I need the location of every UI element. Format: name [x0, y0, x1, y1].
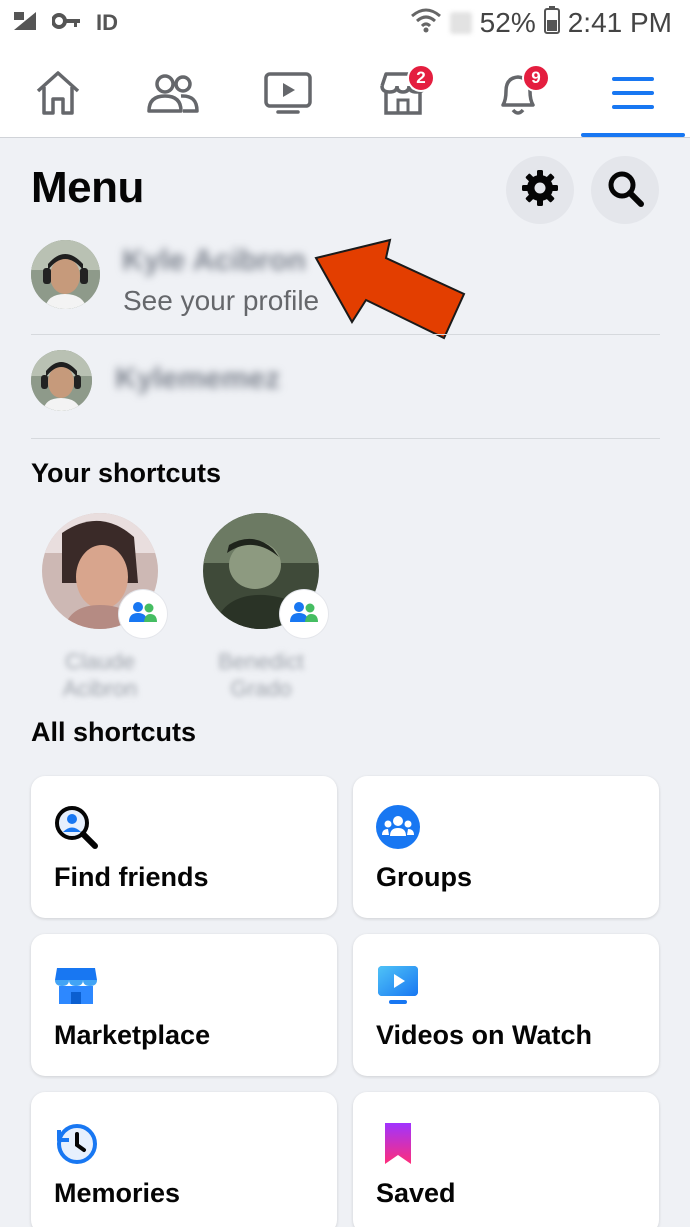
annotation-arrow: [314, 238, 466, 340]
shortcut-name: Benedict Grado: [218, 649, 304, 701]
page-title: Menu: [31, 163, 144, 212]
secondary-profile-avatar: [31, 350, 92, 411]
home-icon: [33, 69, 83, 117]
nav-menu[interactable]: [575, 48, 690, 138]
gear-icon: [521, 169, 559, 212]
friends-icon: [146, 71, 200, 115]
hamburger-icon: [611, 75, 655, 111]
profile-avatar: [31, 240, 100, 309]
notifications-badge: 9: [522, 64, 550, 92]
card-label: Groups: [376, 862, 473, 892]
card-label: Saved: [376, 1178, 456, 1208]
sim-icon: [12, 10, 38, 37]
memories-icon: [53, 1120, 99, 1166]
find-friends-card[interactable]: Find friends: [31, 776, 337, 918]
memories-card[interactable]: Memories: [31, 1092, 337, 1227]
divider: [31, 438, 660, 439]
active-tab-indicator: [581, 133, 685, 137]
see-profile-link: See your profile: [123, 285, 320, 316]
secondary-profile-name: Kylememez: [115, 362, 281, 395]
saved-icon: [375, 1120, 421, 1166]
top-nav-bar: 2 9: [0, 48, 690, 138]
divider: [31, 334, 660, 335]
wifi-icon: [410, 7, 442, 40]
clock: 2:41 PM: [567, 7, 672, 38]
card-label: Find friends: [54, 862, 209, 892]
group-badge: [280, 590, 328, 638]
group-icon: [289, 601, 319, 628]
profile-name: Kyle Acibron: [122, 244, 306, 277]
all-shortcuts-title: All shortcuts: [31, 717, 197, 747]
group-badge: [119, 590, 167, 638]
key-icon: [51, 12, 82, 35]
card-label: Videos on Watch: [376, 1020, 593, 1050]
nav-watch[interactable]: [230, 48, 345, 138]
your-shortcuts-title: Your shortcuts: [31, 458, 222, 488]
card-label: Memories: [54, 1178, 181, 1208]
search-icon: [606, 169, 644, 212]
find-friends-icon: [53, 804, 99, 850]
settings-button[interactable]: [506, 156, 574, 224]
status-bar: ID 52% 2:41 PM: [0, 0, 690, 48]
shortcut-name: Claude Acibron: [62, 649, 138, 701]
card-label: Marketplace: [54, 1020, 211, 1050]
marketplace-badge: 2: [407, 64, 435, 92]
marketplace-card[interactable]: Marketplace: [31, 934, 337, 1076]
signal-icon: [449, 12, 472, 34]
groups-card[interactable]: Groups: [353, 776, 659, 918]
nav-friends[interactable]: [115, 48, 230, 138]
videos-on-watch-card[interactable]: Videos on Watch: [353, 934, 659, 1076]
watch-icon: [263, 71, 313, 115]
nav-marketplace[interactable]: 2: [345, 48, 460, 138]
search-button[interactable]: [591, 156, 659, 224]
id-icon: ID: [96, 10, 118, 35]
nav-home[interactable]: [0, 48, 115, 138]
saved-card[interactable]: Saved: [353, 1092, 659, 1227]
group-icon: [128, 601, 158, 628]
watch-video-icon: [375, 962, 421, 1008]
groups-icon: [375, 804, 421, 850]
battery-percent: 52%: [479, 7, 536, 38]
battery-icon: [543, 5, 560, 41]
nav-notifications[interactable]: 9: [460, 48, 575, 138]
marketplace-store-icon: [53, 962, 99, 1008]
